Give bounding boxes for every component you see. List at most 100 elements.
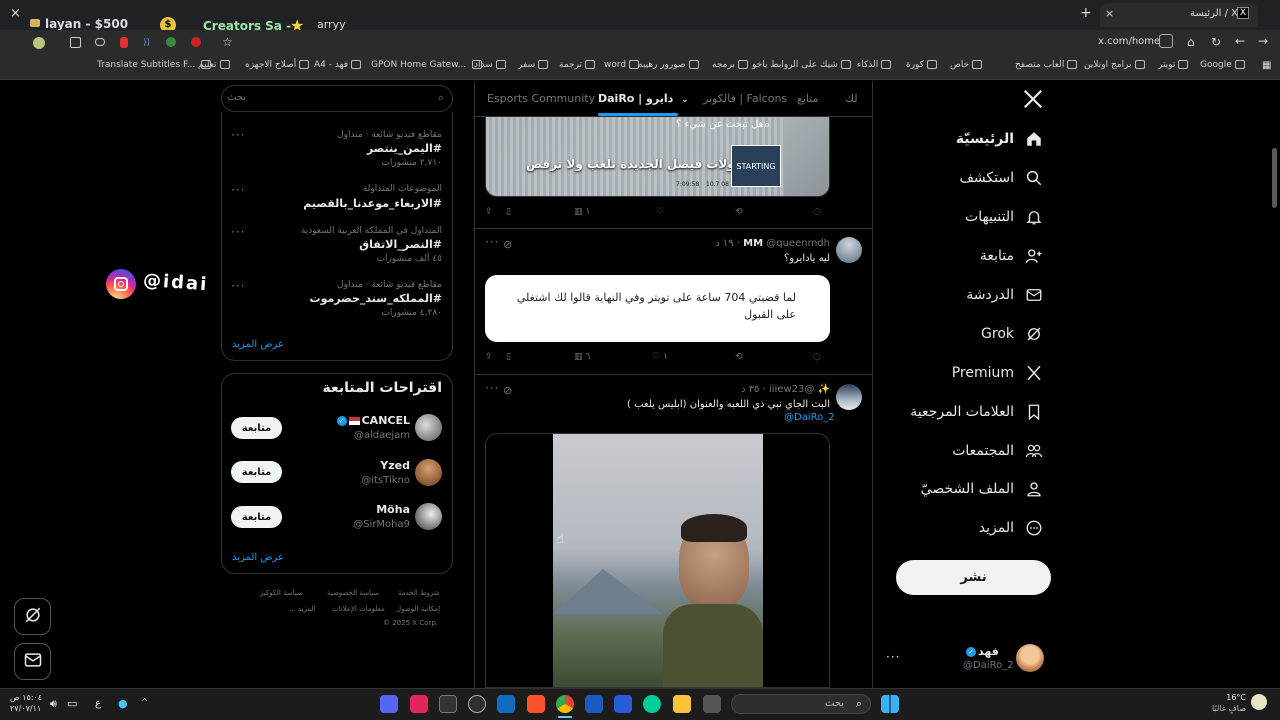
forward-icon[interactable]: →: [1258, 34, 1268, 48]
account-menu-icon[interactable]: ···: [886, 650, 900, 664]
home-button-icon[interactable]: ⌂: [1187, 35, 1195, 49]
tray-chevron-icon[interactable]: ⌃: [140, 696, 149, 709]
bookmark-twitter[interactable]: تويتر: [1158, 60, 1189, 70]
trend4-more-icon[interactable]: ···: [231, 279, 245, 293]
nav-profile[interactable]: الملف الشخصيّ: [921, 471, 1044, 507]
store-icon[interactable]: [614, 695, 632, 713]
back-icon[interactable]: ←: [1235, 34, 1245, 48]
footer-privacy[interactable]: سياسة الخصوصية: [327, 589, 379, 597]
nav-follow[interactable]: متابعة: [980, 238, 1044, 274]
suggestion1-avatar[interactable]: [415, 414, 442, 441]
tweet3-handle[interactable]: @iiiew23: [769, 384, 814, 395]
footer-terms[interactable]: شروط الخدمة: [398, 589, 440, 597]
footer-cookies[interactable]: سياسة الكوكيز: [260, 589, 303, 597]
word-icon[interactable]: [585, 695, 603, 713]
bookmark-programming[interactable]: برمجه: [712, 60, 748, 70]
tweet2-likes[interactable]: ♡ ١: [652, 352, 668, 362]
retweet-icon[interactable]: ⟲: [735, 207, 743, 217]
trend1-name[interactable]: #اليمن_ينتصر: [367, 142, 442, 155]
obs-icon[interactable]: [468, 695, 486, 713]
floating-grok-button[interactable]: [14, 598, 51, 635]
suggestion2-follow-button[interactable]: متابعة: [231, 461, 282, 483]
like-icon[interactable]: ♡: [656, 207, 664, 217]
tab-dairo[interactable]: DaiRo | دايرو ⌄: [598, 92, 689, 105]
tweet3-more-icon[interactable]: ···: [485, 381, 499, 395]
suggestions-show-more[interactable]: عرض المزيد: [232, 552, 284, 563]
edge-icon[interactable]: [643, 695, 661, 713]
tweet2-handle[interactable]: @queenmdh: [766, 238, 830, 249]
volume-icon[interactable]: 🔊︎: [50, 697, 57, 711]
bookmarks-grid-icon[interactable]: ▦: [1262, 60, 1271, 71]
bookmark-ai[interactable]: الذكاء: [857, 60, 892, 70]
tweet1-media[interactable]: هل تبحث عن شيء ؟ ⌕ من مقولات فيصل الجديد…: [485, 117, 830, 197]
taskbar-search[interactable]: ⌕ بحث: [731, 694, 871, 714]
nav-messages[interactable]: الدردشة: [966, 277, 1044, 313]
tweet3-mention[interactable]: @DaiRo_2: [784, 412, 835, 423]
bookmark-action-icon[interactable]: ▯: [506, 352, 511, 362]
tweet3-avatar[interactable]: [836, 384, 862, 410]
reply-icon[interactable]: ◌: [813, 352, 821, 362]
bookmark-translate-subtitles[interactable]: Translate Subtitles F...: [97, 60, 212, 70]
tweet2-avatar[interactable]: [836, 237, 862, 263]
window-close-icon[interactable]: ×: [10, 6, 21, 21]
nav-home[interactable]: الرئيسيّة: [956, 121, 1044, 157]
suggestion3-follow-button[interactable]: متابعة: [231, 506, 282, 528]
tab-falcons[interactable]: فالكونز | Falcons: [703, 92, 787, 105]
bookmark-football[interactable]: كورة: [906, 60, 937, 70]
trend1-more-icon[interactable]: ···: [231, 128, 245, 142]
extension-4-icon[interactable]: [120, 37, 128, 48]
page-scrollbar[interactable]: [1272, 148, 1277, 208]
bookmark-device-repair[interactable]: أصلاح الاجهزه: [245, 60, 310, 70]
tab-esports-community[interactable]: Esports Community: [487, 92, 595, 105]
nav-notifications[interactable]: التنبيهات: [965, 199, 1044, 235]
suggestion3-name[interactable]: Möha: [376, 503, 410, 516]
nav-premium[interactable]: Premium: [952, 355, 1044, 391]
bookmark-google[interactable]: Google: [1200, 60, 1245, 70]
app-x-icon[interactable]: [439, 695, 457, 713]
tweet3-name[interactable]: ✨: [818, 384, 830, 395]
footer-more[interactable]: المزيد ...: [289, 605, 316, 613]
footer-ads-info[interactable]: معلومات الإعلانات: [332, 605, 385, 613]
tweet3-grok-icon[interactable]: ⊘: [503, 384, 512, 397]
extension-7-icon[interactable]: [191, 37, 201, 47]
tab-following[interactable]: متابع: [797, 92, 818, 105]
tweet2-name[interactable]: MM: [743, 238, 763, 249]
trend3-name[interactable]: #النصر_الاتفاق: [359, 238, 442, 251]
suggestion1-follow-button[interactable]: متابعة: [231, 417, 282, 439]
site-settings-icon[interactable]: [1159, 34, 1173, 48]
extension-3-icon[interactable]: [95, 38, 105, 46]
nav-more[interactable]: المزيد: [979, 510, 1044, 546]
bookmark-browser-games[interactable]: العاب متصفح: [1015, 60, 1078, 70]
bookmark-link-check[interactable]: شيك على الروابط ياخو: [752, 60, 851, 70]
tweet1-views[interactable]: ▥ ١: [574, 207, 590, 217]
tweet2-more-icon[interactable]: ···: [485, 235, 499, 249]
bookmark-gpon[interactable]: GPON Home Gatew...: [371, 60, 483, 70]
x-logo-icon[interactable]: [1022, 88, 1046, 112]
chrome-icon[interactable]: [556, 695, 574, 713]
network-icon[interactable]: ▭: [67, 697, 77, 710]
bookmark-images[interactable]: صورور رهيبه: [638, 60, 699, 70]
retweet-icon[interactable]: ⟲: [735, 352, 743, 362]
tab-for-you[interactable]: لك: [845, 92, 858, 105]
app-red-icon[interactable]: [410, 695, 428, 713]
new-tab-button[interactable]: +: [1080, 5, 1092, 21]
windows-start-icon[interactable]: [881, 695, 899, 713]
tweet3-video-card[interactable]: [485, 433, 830, 688]
brave-icon[interactable]: [527, 695, 545, 713]
bookmark-private[interactable]: خاص: [950, 60, 983, 70]
trend2-name[interactable]: #الاربعاء_موعدنا_بالقصيم: [303, 197, 442, 210]
weather-widget[interactable]: 16°C صافٍ غالبًا: [1210, 692, 1246, 714]
trend3-more-icon[interactable]: ···: [231, 225, 245, 239]
file-explorer-icon[interactable]: [673, 695, 691, 713]
extension-5-icon[interactable]: )): [143, 38, 153, 48]
trends-show-more[interactable]: عرض المزيد: [232, 339, 284, 350]
bookmark-travel[interactable]: سفر: [518, 60, 549, 70]
post-button[interactable]: نشر: [896, 560, 1051, 595]
suggestion2-name[interactable]: Yzed: [380, 459, 410, 472]
tweet2-views[interactable]: ▥ ٦: [574, 352, 590, 362]
share-icon[interactable]: ⇪: [485, 207, 493, 217]
nav-communities[interactable]: المجتمعات: [952, 433, 1044, 469]
search-box[interactable]: ⌕ بحث: [221, 85, 453, 112]
footer-accessibility[interactable]: إمكانية الوصول: [396, 605, 440, 613]
suggestion3-avatar[interactable]: [415, 503, 442, 530]
